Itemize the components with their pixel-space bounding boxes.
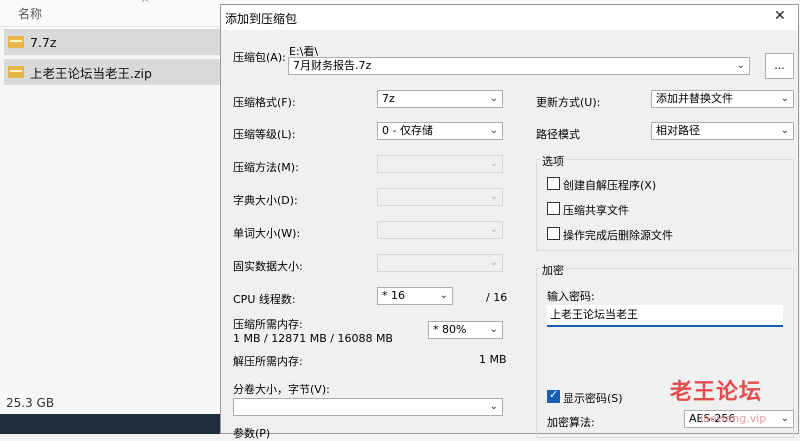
- status-size: 25.3 GB: [6, 396, 55, 410]
- cpu-threads-value: * 16: [382, 289, 405, 302]
- memory-usage-select[interactable]: * 80% ⌄: [428, 321, 503, 339]
- path-mode-select[interactable]: 相对路径 ⌄: [651, 122, 794, 140]
- shared-files-label: 压缩共享文件: [563, 204, 629, 217]
- encryption-title: 加密: [540, 262, 566, 278]
- archive-file-icon: [8, 36, 24, 48]
- cpu-threads-total: / 16: [486, 291, 508, 304]
- chevron-down-icon: ⌄: [489, 224, 498, 235]
- chevron-down-icon: ⌄: [489, 125, 498, 136]
- chevron-down-icon: ⌄: [489, 158, 498, 169]
- params-label: 参数(P): [233, 427, 271, 440]
- method-label: 压缩方法(M):: [233, 161, 299, 174]
- format-value: 7z: [382, 92, 395, 105]
- archive-label: 压缩包(A):: [233, 51, 286, 64]
- chevron-down-icon: ⌄: [780, 413, 789, 424]
- word-size-label: 单词大小(W):: [233, 227, 301, 240]
- file-name: 7.7z: [30, 34, 57, 50]
- dialog-title: 添加到压缩包: [225, 12, 298, 26]
- delete-after-label: 操作完成后删除源文件: [563, 229, 673, 242]
- chevron-down-icon: ⌄: [489, 324, 498, 335]
- method-select[interactable]: ⌄: [377, 155, 503, 173]
- options-title: 选项: [540, 153, 566, 169]
- password-value: 上老王论坛当老王: [550, 308, 638, 321]
- chevron-down-icon: ⌄: [780, 93, 789, 104]
- sfx-label: 创建自解压程序(X): [563, 179, 657, 192]
- split-size-label: 分卷大小，字节(V):: [233, 383, 330, 396]
- chevron-down-icon: ⌄: [489, 257, 498, 268]
- title-bar: 添加到压缩包 ✕: [221, 5, 798, 30]
- dictionary-label: 字典大小(D):: [233, 194, 298, 207]
- level-select[interactable]: 0 - 仅存储 ⌄: [377, 122, 503, 140]
- memory-label: 压缩所需内存:: [233, 318, 303, 331]
- add-to-archive-dialog: 添加到压缩包 ✕ 压缩包(A): E:\看\ 7月财务报告.7z ⌄ ... 压…: [220, 4, 799, 440]
- path-mode-label: 路径模式: [536, 128, 580, 141]
- archive-name-value: 7月财务报告.7z: [293, 59, 372, 72]
- memory-detail: 1 MB / 12871 MB / 16088 MB: [233, 332, 393, 345]
- decompress-memory-label: 解压所需内存:: [233, 355, 303, 368]
- level-label: 压缩等级(L):: [233, 128, 296, 141]
- sort-up-icon: ^: [141, 0, 150, 9]
- close-icon[interactable]: ✕: [774, 8, 786, 24]
- solid-size-label: 固实数据大小:: [233, 260, 303, 273]
- chevron-down-icon: ⌄: [780, 125, 789, 136]
- format-select[interactable]: 7z ⌄: [377, 90, 503, 108]
- path-mode-value: 相对路径: [656, 124, 700, 137]
- cpu-threads-select[interactable]: * 16 ⌄: [377, 287, 453, 305]
- word-size-select[interactable]: ⌄: [377, 221, 503, 239]
- memory-usage-value: * 80%: [433, 323, 467, 336]
- password-label: 输入密码:: [547, 290, 595, 303]
- password-input[interactable]: 上老王论坛当老王: [547, 305, 783, 327]
- chevron-down-icon: ⌄: [489, 401, 498, 412]
- shared-files-checkbox[interactable]: [547, 202, 560, 215]
- level-value: 0 - 仅存储: [382, 124, 433, 137]
- file-row[interactable]: 上老王论坛当老王.zip: [4, 59, 220, 85]
- file-row[interactable]: 7.7z: [4, 29, 220, 55]
- format-label: 压缩格式(F):: [233, 96, 296, 109]
- sfx-checkbox[interactable]: [547, 177, 560, 190]
- archive-name-combo[interactable]: 7月财务报告.7z ⌄: [288, 57, 750, 75]
- update-mode-value: 添加并替换文件: [656, 92, 733, 105]
- decompress-memory-value: 1 MB: [479, 353, 507, 366]
- solid-size-select[interactable]: ⌄: [377, 254, 503, 272]
- chevron-down-icon: ⌄: [736, 60, 745, 71]
- split-size-combo[interactable]: ⌄: [233, 398, 503, 416]
- update-mode-select[interactable]: 添加并替换文件 ⌄: [651, 90, 794, 108]
- archive-file-icon: [8, 66, 24, 78]
- delete-after-checkbox[interactable]: [547, 227, 560, 240]
- chevron-down-icon: ⌄: [489, 93, 498, 104]
- dictionary-select[interactable]: ⌄: [377, 188, 503, 206]
- name-column-header[interactable]: 名称: [18, 5, 42, 22]
- watermark-logo: 老王论坛: [670, 379, 763, 405]
- show-password-label: 显示密码(S): [563, 392, 623, 405]
- chevron-down-icon: ⌄: [439, 290, 448, 301]
- show-password-checkbox[interactable]: [547, 388, 560, 403]
- watermark-url: laowang.vip: [700, 412, 767, 425]
- browse-button[interactable]: ...: [765, 53, 794, 79]
- cpu-threads-label: CPU 线程数:: [233, 293, 296, 306]
- chevron-down-icon: ⌄: [489, 191, 498, 202]
- update-mode-label: 更新方式(U):: [536, 96, 601, 109]
- encryption-method-label: 加密算法:: [547, 416, 595, 429]
- file-name: 上老王论坛当老王.zip: [30, 65, 152, 81]
- taskbar: [0, 414, 220, 434]
